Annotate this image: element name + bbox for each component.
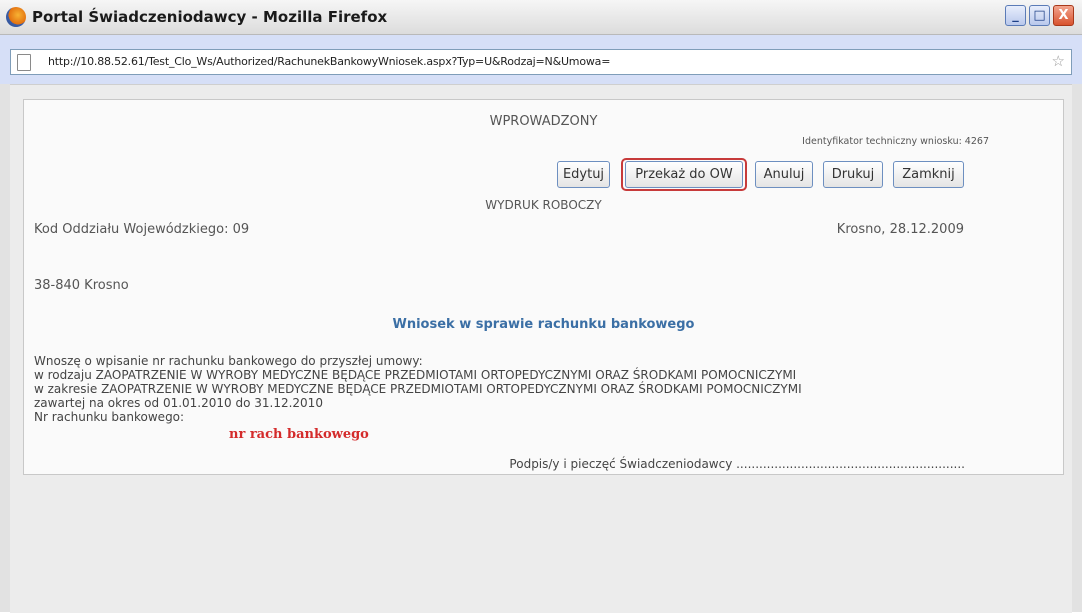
window-frame-right — [1071, 84, 1082, 612]
branch-code: Kod Oddziału Wojewódzkiego: 09 — [34, 222, 250, 237]
document-heading: Wniosek w sprawie rachunku bankowego — [392, 317, 695, 332]
maximize-button[interactable]: □ — [1029, 5, 1050, 26]
place-date: Krosno, 28.12.2009 — [836, 222, 964, 237]
firefox-icon — [6, 7, 26, 27]
body-line: Wnoszę o wpisanie nr rachunku bankowego … — [34, 354, 423, 368]
draft-label: WYDRUK ROBOCZY — [485, 198, 602, 212]
browser-window: Portal Świadczeniodawcy - Mozilla Firefo… — [0, 0, 1082, 613]
status-label: WPROWADZONY — [489, 114, 598, 129]
redacted-area — [374, 421, 499, 441]
address-bar[interactable]: http://10.88.52.61/Test_Clo_Ws/Authorize… — [10, 49, 1072, 75]
send-to-ow-button[interactable]: Przekaż do OW — [625, 161, 743, 188]
body-line: zawartej na okres od 01.01.2010 do 31.12… — [34, 396, 323, 410]
account-value: nr rach bankowego — [229, 427, 369, 442]
account-label: Nr rachunku bankowego: — [34, 410, 185, 424]
cancel-button[interactable]: Anuluj — [755, 161, 813, 188]
redacted-area — [24, 241, 354, 259]
signature-line: Podpis/y i pieczęć Świadczeniodawcy ....… — [509, 457, 965, 471]
close-document-button[interactable]: Zamknij — [893, 161, 964, 188]
bookmark-star-icon[interactable]: ☆ — [1052, 53, 1065, 70]
window-title: Portal Świadczeniodawcy - Mozilla Firefo… — [32, 8, 388, 26]
body-line: w rodzaju ZAOPATRZENIE W WYROBY MEDYCZNE… — [34, 368, 797, 382]
redacted-area — [738, 53, 858, 69]
application-panel: WPROWADZONY Identyfikator techniczny wni… — [23, 99, 1064, 475]
print-button[interactable]: Drukuj — [823, 161, 883, 188]
title-bar: Portal Świadczeniodawcy - Mozilla Firefo… — [0, 0, 1082, 35]
minimize-button[interactable]: _ — [1005, 5, 1026, 26]
address-line: 38-840 Krosno — [34, 278, 129, 293]
body-line: w zakresie ZAOPATRZENIE W WYROBY MEDYCZN… — [34, 382, 802, 396]
page-content: WPROWADZONY Identyfikator techniczny wni… — [10, 84, 1072, 613]
edit-button[interactable]: Edytuj — [557, 161, 610, 188]
page-icon — [17, 54, 31, 71]
close-button[interactable]: X — [1053, 5, 1074, 26]
url-text[interactable]: http://10.88.52.61/Test_Clo_Ws/Authorize… — [48, 55, 610, 68]
technical-id: Identyfikator techniczny wniosku: 4267 — [802, 136, 989, 147]
